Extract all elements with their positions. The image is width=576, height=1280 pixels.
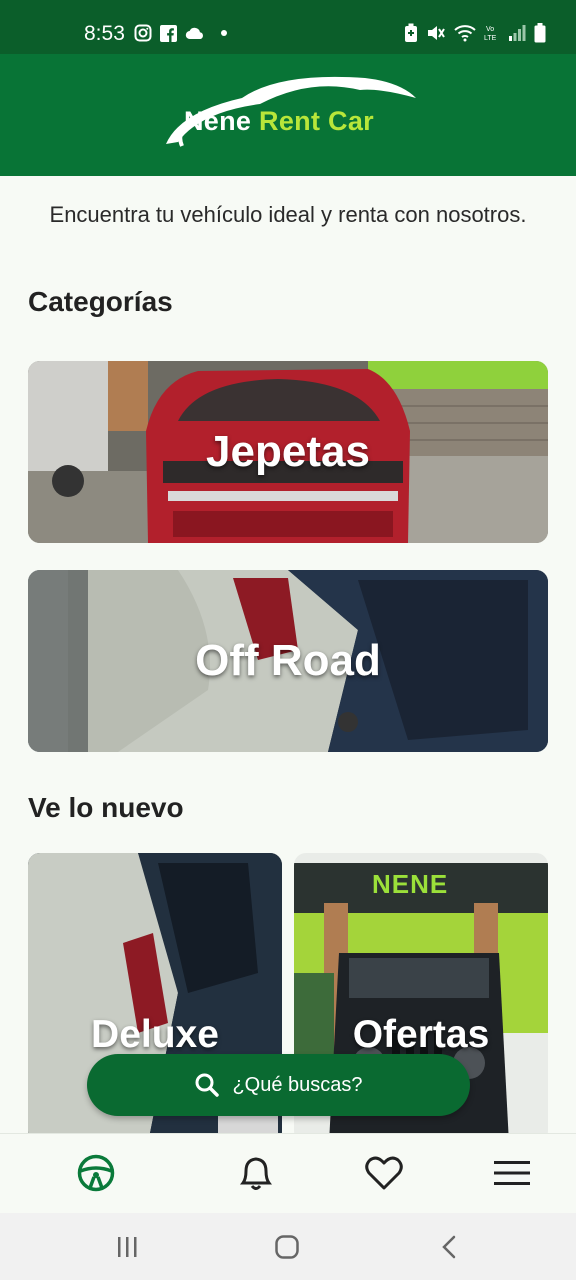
bell-icon [240, 1157, 272, 1190]
back-icon [442, 1235, 456, 1259]
svg-text:LTE: LTE [484, 35, 497, 42]
brand-logo[interactable]: Nene Rent Car [160, 72, 420, 162]
data-saver-icon [405, 23, 417, 42]
categories-title: Categorías [28, 286, 173, 317]
app-header: Nene Rent Car [0, 54, 576, 176]
nav-item-menu[interactable] [491, 1152, 533, 1194]
home-icon [275, 1235, 299, 1259]
dot-icon [221, 30, 227, 36]
nav-item-favorites[interactable] [363, 1152, 405, 1194]
signal-icon [509, 25, 526, 41]
system-nav-bar [0, 1213, 576, 1280]
category-label-off-road: Off Road [195, 636, 381, 685]
nene-sign-text: NENE [372, 869, 449, 899]
wifi-icon [454, 25, 476, 42]
search-icon [195, 1073, 220, 1097]
bottom-nav [0, 1133, 576, 1213]
logo-text-nene: Nene [184, 106, 252, 136]
nav-item-notifications[interactable] [235, 1152, 277, 1194]
status-time: 8:53 [84, 22, 125, 45]
new-label-deluxe: Deluxe [91, 1013, 219, 1056]
back-button[interactable] [433, 1231, 465, 1263]
logo-text-rent-car: Rent Car [259, 106, 374, 136]
battery-icon [534, 23, 546, 43]
menu-icon [494, 1161, 530, 1185]
nav-item-vehicles[interactable] [75, 1152, 117, 1194]
search-label: ¿Qué buscas? [232, 1073, 363, 1096]
home-button[interactable] [271, 1231, 303, 1263]
logo-text: Nene Rent Car [184, 106, 374, 137]
steering-wheel-icon [77, 1154, 115, 1192]
cloud-icon [185, 27, 203, 40]
status-bar: 8:53 Vo LTE [0, 0, 576, 54]
instagram-icon [134, 24, 152, 42]
volte-icon: Vo LTE [484, 26, 497, 42]
facebook-icon [160, 24, 177, 42]
recent-apps-button[interactable] [111, 1231, 143, 1263]
heart-icon [365, 1156, 403, 1190]
category-label-jepetas: Jepetas [206, 427, 370, 476]
svg-text:Vo: Vo [486, 26, 494, 33]
recent-apps-icon [118, 1237, 137, 1257]
category-card-jepetas[interactable]: Jepetas [28, 361, 548, 543]
mute-icon [428, 26, 445, 40]
new-label-ofertas: Ofertas [352, 1013, 490, 1056]
new-section-title: Ve lo nuevo [28, 792, 184, 823]
intro-text: Encuentra tu vehículo ideal y renta con … [49, 202, 527, 227]
category-card-off-road[interactable]: Off Road [28, 570, 548, 752]
search-button[interactable]: ¿Qué buscas? [87, 1054, 470, 1116]
